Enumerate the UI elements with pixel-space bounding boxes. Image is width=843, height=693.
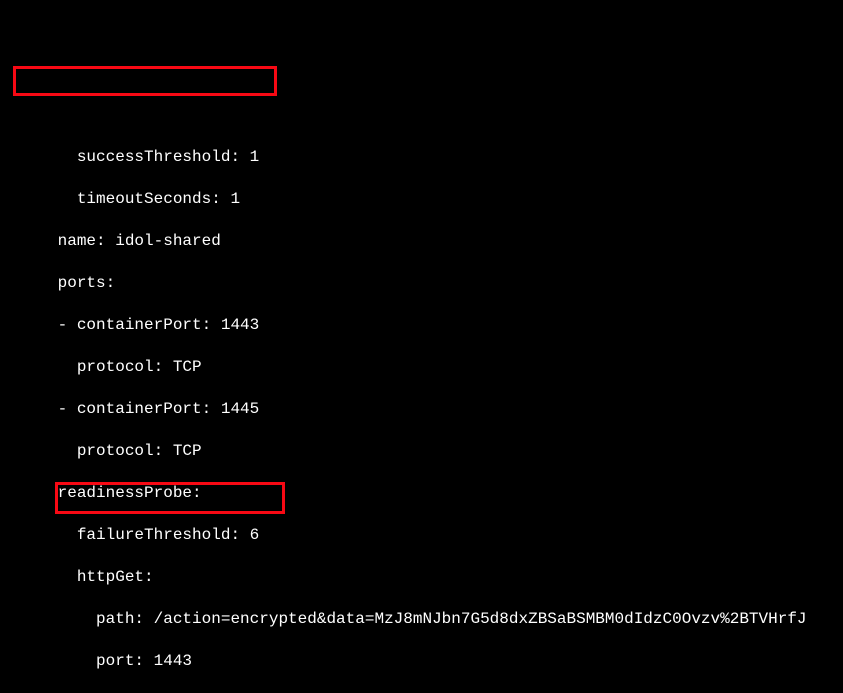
yaml-line: failureThreshold: 6	[0, 525, 843, 546]
highlight-box-name	[13, 66, 277, 96]
yaml-line: successThreshold: 1	[0, 147, 843, 168]
yaml-line: - containerPort: 1443	[0, 315, 843, 336]
terminal-window: successThreshold: 1 timeoutSeconds: 1 na…	[0, 42, 843, 693]
yaml-line: timeoutSeconds: 1	[0, 189, 843, 210]
yaml-line: readinessProbe:	[0, 483, 843, 504]
text: successThreshold: 1	[77, 148, 259, 166]
text: port: 1443	[96, 652, 192, 670]
yaml-line: protocol: TCP	[0, 357, 843, 378]
text: protocol: TCP	[77, 442, 202, 460]
yaml-line: httpGet:	[0, 567, 843, 588]
text: protocol: TCP	[77, 358, 202, 376]
text: - containerPort: 1445	[58, 400, 260, 418]
text: ports:	[58, 274, 116, 292]
yaml-line: ports:	[0, 273, 843, 294]
yaml-line: protocol: TCP	[0, 441, 843, 462]
yaml-line: port: 1443	[0, 651, 843, 672]
text: path: /action=encrypted&data=MzJ8mNJbn7G…	[96, 610, 807, 628]
yaml-line: name: idol-shared	[0, 231, 843, 252]
yaml-line: - containerPort: 1445	[0, 399, 843, 420]
yaml-line: path: /action=encrypted&data=MzJ8mNJbn7G…	[0, 609, 843, 630]
text: httpGet:	[77, 568, 154, 586]
text: readinessProbe:	[58, 484, 202, 502]
text: name: idol-shared	[58, 232, 221, 250]
text: timeoutSeconds: 1	[77, 190, 240, 208]
text: failureThreshold: 6	[77, 526, 259, 544]
text: - containerPort: 1443	[58, 316, 260, 334]
